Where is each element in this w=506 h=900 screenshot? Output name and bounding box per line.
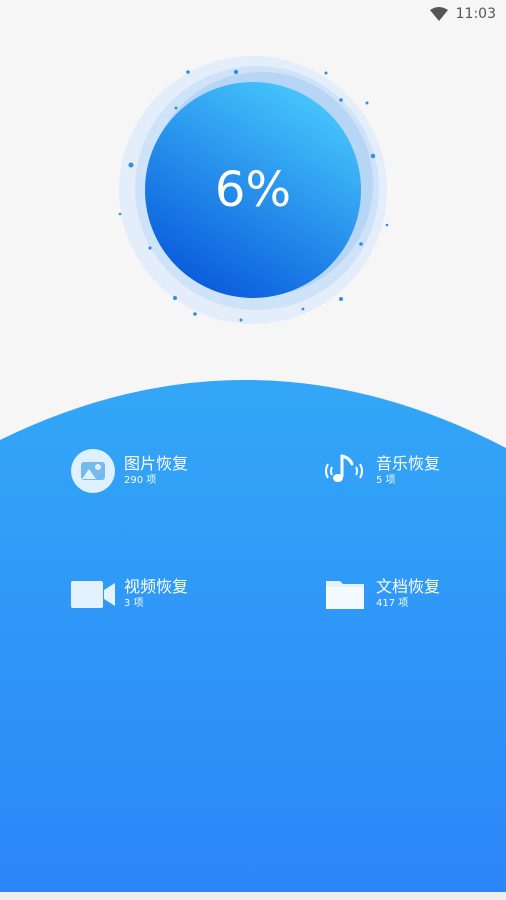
image-recovery-label: 图片恢复: [124, 454, 189, 473]
video-icon: [70, 571, 116, 617]
music-recovery-label: 音乐恢复: [376, 454, 441, 473]
progress-percent: 6%: [214, 162, 292, 218]
folder-icon: [322, 571, 368, 617]
recovery-panel: 图片恢复 290 项 音乐恢复 5 项 视频恢复 3 项 文档恢复 417 项: [0, 378, 506, 892]
video-recovery-item[interactable]: 视频恢复 3 项: [70, 571, 188, 617]
image-recovery-item[interactable]: 图片恢复 290 项: [70, 448, 188, 494]
document-recovery-label: 文档恢复: [376, 577, 441, 596]
music-recovery-count: 5 项: [376, 475, 396, 486]
status-bar: 11:03: [0, 0, 506, 28]
video-recovery-count: 3 项: [124, 598, 144, 609]
status-time: 11:03: [455, 6, 496, 22]
video-recovery-label: 视频恢复: [124, 577, 189, 596]
document-recovery-count: 417 项: [376, 598, 409, 609]
music-recovery-item[interactable]: 音乐恢复 5 项: [322, 448, 440, 494]
navigation-bar-area: [0, 892, 506, 900]
scan-progress: 6%: [0, 40, 506, 350]
document-recovery-item[interactable]: 文档恢复 417 项: [322, 571, 440, 617]
image-icon: [70, 448, 116, 494]
wifi-icon: [429, 7, 448, 21]
music-icon: [322, 448, 368, 494]
image-recovery-count: 290 项: [124, 475, 157, 486]
